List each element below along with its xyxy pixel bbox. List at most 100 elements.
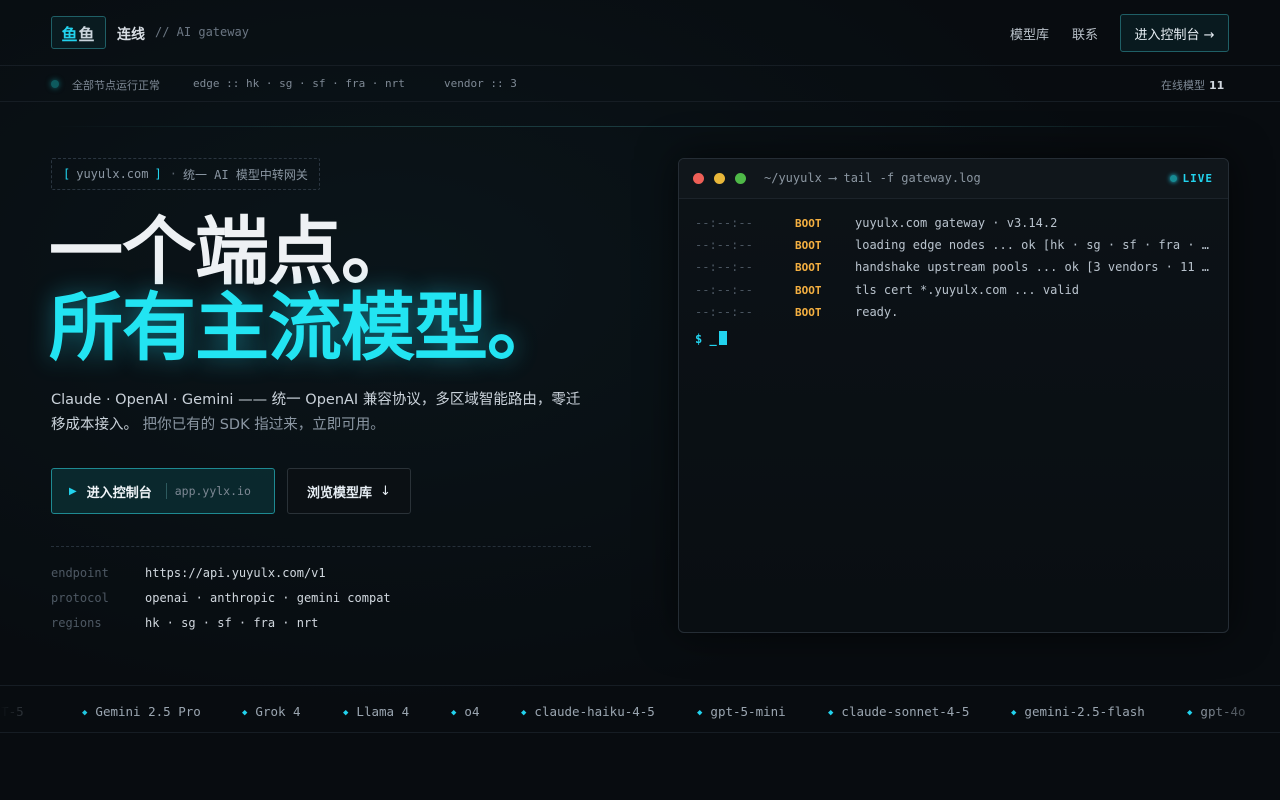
- kv-regions: regions hk · sg · sf · fra · nrt: [51, 616, 318, 630]
- cursor-icon: [718, 331, 727, 345]
- terminal-window: ~/yuyulx ⟶ tail -f gateway.log LIVE --:-…: [678, 158, 1229, 633]
- hero-description: Claude · OpenAI · Gemini —— 统一 OpenAI 兼容…: [51, 388, 581, 438]
- ticker-item[interactable]: GPT-5: [0, 704, 24, 719]
- diamond-icon: ◆: [1187, 708, 1193, 718]
- ticker-track: GPT-5 ◆ Gemini 2.5 Pro ◆ Grok 4 ◆ Llama 4 ◆…: [0, 686, 1280, 732]
- hero-heading-line2: 所有主流模型。: [49, 285, 561, 371]
- status-text: 全部节点运行正常: [72, 79, 160, 92]
- diamond-icon: ◆: [828, 708, 834, 718]
- kv-value[interactable]: https://api.yuyulx.com/v1: [145, 566, 326, 580]
- log-tag: BOOT: [795, 261, 822, 274]
- status-edge-nodes: edge :: hk · sg · sf · fra · nrt: [193, 77, 405, 90]
- ticker-item-label: Llama 4: [356, 704, 410, 719]
- log-line: --:--:-- BOOT handshake upstream pools .…: [695, 260, 1215, 276]
- kv-value: openai · anthropic · gemini compat: [145, 591, 391, 605]
- close-window-icon[interactable]: [693, 173, 704, 184]
- ticker-item[interactable]: ◆ gpt-4o: [1187, 704, 1246, 719]
- ticker-item[interactable]: ◆ gemini-2.5-flash: [1011, 704, 1145, 719]
- browse-models-label: 浏览模型库: [307, 485, 373, 501]
- log-message: ready.: [855, 305, 899, 319]
- hero-heading-line1: 一个端点。: [49, 209, 415, 295]
- kv-protocol: protocol openai · anthropic · gemini comp…: [51, 591, 391, 605]
- nav-contact[interactable]: 联系: [1072, 24, 1098, 43]
- status-vendor-count: vendor :: 3: [444, 77, 517, 90]
- tagline-bracket-open: [: [63, 167, 71, 181]
- log-time: --:--:--: [695, 305, 753, 319]
- terminal-titlebar: ~/yuyulx ⟶ tail -f gateway.log LIVE: [679, 159, 1228, 199]
- ticker-item-label: Grok 4: [255, 704, 301, 719]
- log-time: --:--:--: [695, 283, 753, 297]
- log-line: --:--:-- BOOT tls cert *.yuyulx.com ... …: [695, 283, 1215, 299]
- ticker-item[interactable]: ◆ o4: [451, 704, 479, 719]
- ticker-item-label: GPT-5: [0, 704, 24, 719]
- browse-models-button[interactable]: 浏览模型库 ↓: [287, 468, 411, 514]
- log-time: --:--:--: [695, 260, 753, 274]
- tagline-text: 统一 AI 模型中转网关: [182, 167, 308, 182]
- description-dim: 把你已有的 SDK 指过来，立即可用。: [142, 417, 385, 433]
- hero-tagline: [ yuyulx.com ] · 统一 AI 模型中转网关: [51, 158, 320, 190]
- log-time: --:--:--: [695, 238, 753, 252]
- diamond-icon: ◆: [82, 708, 88, 718]
- model-ticker: GPT-5 ◆ Gemini 2.5 Pro ◆ Grok 4 ◆ Llama 4 ◆…: [0, 685, 1280, 733]
- diamond-icon: ◆: [343, 708, 349, 718]
- ticker-item-label: gpt-4o: [1200, 704, 1246, 719]
- online-models-label: 在线模型: [1161, 79, 1205, 92]
- status-bar: 全部节点运行正常 edge :: hk · sg · sf · fra · nr…: [0, 66, 1280, 102]
- tagline-separator: ·: [169, 167, 177, 181]
- log-tag: BOOT: [795, 306, 822, 319]
- prompt-text: $ _: [695, 332, 717, 346]
- log-time: --:--:--: [695, 216, 753, 230]
- ticker-item-label: o4: [464, 704, 480, 719]
- enter-console-label: 进入控制台: [86, 485, 152, 501]
- ticker-item-label: gpt-5-mini: [710, 704, 786, 719]
- terminal-prompt[interactable]: $ _: [695, 331, 727, 346]
- kv-value: hk · sg · sf · fra · nrt: [145, 616, 319, 630]
- nav-console-button[interactable]: 进入控制台 →: [1120, 14, 1229, 52]
- diamond-icon: ◆: [451, 708, 457, 718]
- logo-char-1: 鱼: [61, 24, 79, 44]
- divider: [51, 126, 1229, 127]
- logo-char-2: 鱼: [78, 24, 96, 44]
- ticker-item-label: claude-sonnet-4-5: [841, 704, 970, 719]
- kv-key: protocol: [51, 591, 109, 605]
- ticker-item[interactable]: ◆ claude-sonnet-4-5: [828, 704, 969, 719]
- diamond-icon: ◆: [242, 708, 248, 718]
- diamond-icon: ◆: [697, 708, 703, 718]
- live-dot-icon: [1169, 175, 1177, 182]
- enter-console-url: app.yylx.io: [174, 484, 251, 498]
- brand-logo[interactable]: 鱼鱼: [51, 16, 106, 49]
- button-separator: [165, 483, 167, 499]
- status-indicator-icon: [51, 80, 59, 88]
- tagline-domain: yuyulx.com: [76, 167, 149, 181]
- ticker-item-label: gemini-2.5-flash: [1024, 704, 1145, 719]
- dashed-divider: [51, 546, 591, 547]
- kv-endpoint: endpoint https://api.yuyulx.com/v1: [51, 566, 326, 580]
- log-message: handshake upstream pools ... ok [3 vendo…: [855, 260, 1213, 274]
- terminal-title: ~/yuyulx ⟶ tail -f gateway.log: [764, 171, 981, 185]
- log-message: tls cert *.yuyulx.com ... valid: [855, 283, 1079, 297]
- log-message: yuyulx.com gateway · v3.14.2: [855, 216, 1058, 230]
- online-models-count: 11: [1209, 79, 1225, 92]
- diamond-icon: ◆: [521, 708, 527, 718]
- ticker-item[interactable]: ◆ Grok 4: [242, 704, 301, 719]
- arrow-down-icon: ↓: [380, 483, 391, 499]
- maximize-window-icon[interactable]: [735, 173, 746, 184]
- ticker-item-label: Gemini 2.5 Pro: [95, 704, 201, 719]
- kv-key: regions: [51, 616, 102, 630]
- minimize-window-icon[interactable]: [714, 173, 725, 184]
- log-message: loading edge nodes ... ok [hk · sg · sf …: [855, 238, 1213, 252]
- kv-key: endpoint: [51, 566, 109, 580]
- brand-name: 连线: [117, 27, 145, 43]
- live-badge: LIVE: [1169, 172, 1214, 185]
- ticker-item[interactable]: ◆ claude-haiku-4-5: [521, 704, 655, 719]
- log-line: --:--:-- BOOT loading edge nodes ... ok …: [695, 238, 1215, 254]
- enter-console-button[interactable]: ▶ 进入控制台 app.yylx.io: [51, 468, 275, 514]
- ticker-item[interactable]: ◆ Gemini 2.5 Pro: [82, 704, 201, 719]
- play-icon: ▶: [69, 485, 77, 497]
- ticker-item[interactable]: ◆ gpt-5-mini: [697, 704, 786, 719]
- nav-model-library[interactable]: 模型库: [1010, 24, 1049, 43]
- tagline-bracket-close: ]: [154, 167, 162, 181]
- ticker-item[interactable]: ◆ Llama 4: [343, 704, 409, 719]
- log-tag: BOOT: [795, 217, 822, 230]
- brand-subtitle: // AI gateway: [155, 25, 249, 39]
